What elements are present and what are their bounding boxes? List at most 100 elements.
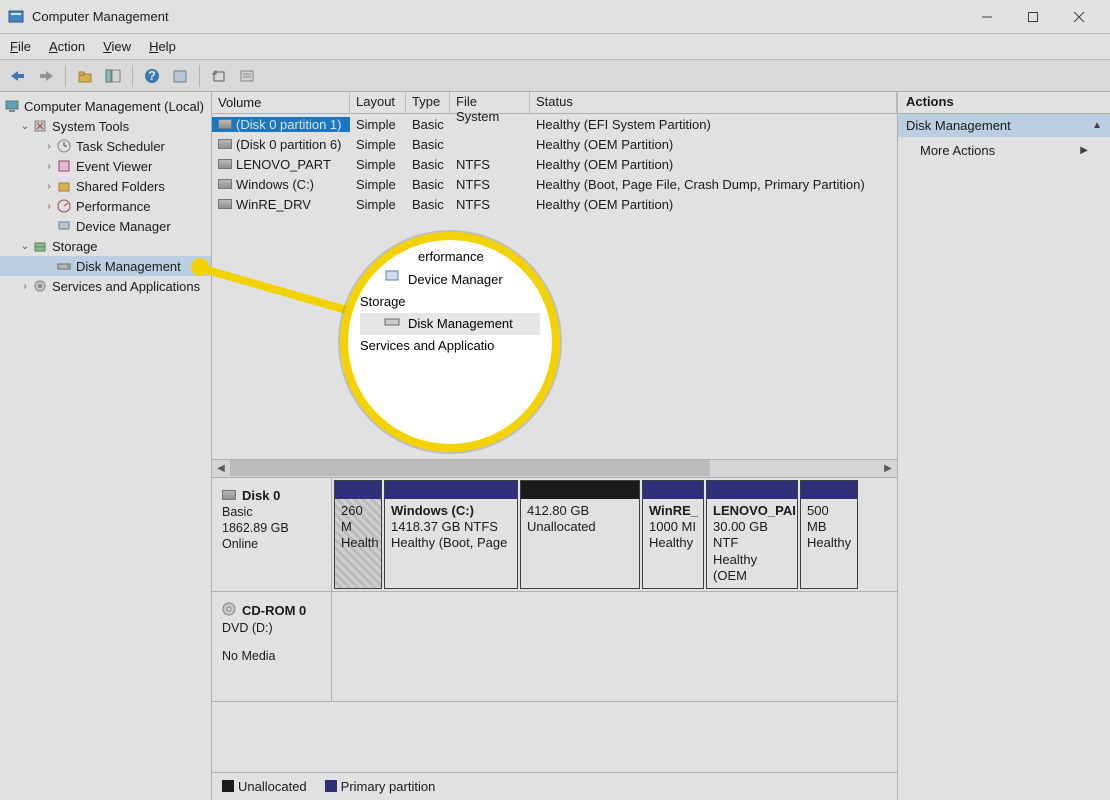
cdrom-info[interactable]: CD-ROM 0 DVD (D:) No Media xyxy=(212,592,332,701)
tree-event-viewer[interactable]: › Event Viewer xyxy=(0,156,211,176)
legend-unallocated: Unallocated xyxy=(222,779,307,794)
volume-table-header: Volume Layout Type File System Status xyxy=(212,92,897,114)
col-volume[interactable]: Volume xyxy=(212,92,350,113)
h-scrollbar[interactable]: ◀ ▶ xyxy=(212,459,897,477)
disk-row: Disk 0 Basic 1862.89 GB Online 260 MHeal… xyxy=(212,478,897,592)
svg-text:?: ? xyxy=(148,68,156,83)
tree-device-manager[interactable]: Device Manager xyxy=(0,216,211,236)
col-filesystem[interactable]: File System xyxy=(450,92,530,113)
collapse-icon[interactable]: ⌄ xyxy=(18,241,32,252)
help-button[interactable]: ? xyxy=(140,64,164,88)
mag-device-manager: Device Manager xyxy=(360,268,540,291)
performance-icon xyxy=(56,198,72,214)
collapse-icon[interactable]: ⌄ xyxy=(18,121,32,132)
tree-label: Event Viewer xyxy=(76,159,152,174)
partition-unallocated[interactable]: 412.80 GBUnallocated xyxy=(520,480,640,589)
clock-icon xyxy=(56,138,72,154)
tree-label: Services and Applications xyxy=(52,279,200,294)
scroll-left-icon[interactable]: ◀ xyxy=(212,460,230,476)
properties-button[interactable] xyxy=(168,64,192,88)
computer-icon xyxy=(4,98,20,114)
col-status[interactable]: Status xyxy=(530,92,897,113)
mag-disk-management: Disk Management xyxy=(360,313,540,335)
event-icon xyxy=(56,158,72,174)
volume-row[interactable]: Windows (C:) Simple Basic NTFS Healthy (… xyxy=(212,174,897,194)
tree-root-label: Computer Management (Local) xyxy=(24,99,204,114)
titlebar: Computer Management xyxy=(0,0,1110,34)
refresh-button[interactable] xyxy=(207,64,231,88)
tree-root[interactable]: Computer Management (Local) xyxy=(0,96,211,116)
content-pane: Volume Layout Type File System Status (D… xyxy=(212,92,898,800)
expand-icon[interactable]: › xyxy=(42,141,56,152)
disk-info[interactable]: Disk 0 Basic 1862.89 GB Online xyxy=(212,478,332,591)
disk-row: CD-ROM 0 DVD (D:) No Media xyxy=(212,592,897,702)
volume-row[interactable]: (Disk 0 partition 6) Simple Basic Health… xyxy=(212,134,897,154)
services-icon xyxy=(32,278,48,294)
up-button[interactable] xyxy=(73,64,97,88)
tree-disk-management[interactable]: Disk Management xyxy=(0,256,211,276)
partition[interactable]: WinRE_1000 MIHealthy xyxy=(642,480,704,589)
disk-icon xyxy=(56,258,72,274)
menu-action[interactable]: Action xyxy=(49,39,85,54)
disk-icon xyxy=(222,490,236,500)
app-icon xyxy=(8,9,24,25)
close-button[interactable] xyxy=(1056,1,1102,33)
legend-primary: Primary partition xyxy=(325,779,436,794)
actions-pane: Actions Disk Management ▲ More Actions ▶ xyxy=(898,92,1110,800)
actions-disk-management[interactable]: Disk Management ▲ xyxy=(898,114,1110,137)
col-type[interactable]: Type xyxy=(406,92,450,113)
partition[interactable]: Windows (C:)1418.37 GB NTFSHealthy (Boot… xyxy=(384,480,518,589)
tree-label: Performance xyxy=(76,199,150,214)
callout-magnifier: erformance Device Manager Storage Disk M… xyxy=(340,232,560,452)
expand-icon[interactable]: › xyxy=(42,161,56,172)
minimize-button[interactable] xyxy=(964,1,1010,33)
partition[interactable]: 500 MBHealthy xyxy=(800,480,858,589)
partition[interactable]: LENOVO_PAI30.00 GB NTFHealthy (OEM xyxy=(706,480,798,589)
maximize-button[interactable] xyxy=(1010,1,1056,33)
back-button[interactable] xyxy=(6,64,30,88)
window-title: Computer Management xyxy=(32,9,964,24)
menu-help[interactable]: Help xyxy=(149,39,176,54)
device-icon xyxy=(384,268,400,291)
tree-label: Device Manager xyxy=(76,219,171,234)
nav-tree: Computer Management (Local) ⌄ System Too… xyxy=(0,92,212,800)
tree-system-tools[interactable]: ⌄ System Tools xyxy=(0,116,211,136)
expand-icon[interactable]: › xyxy=(18,281,32,292)
show-hide-tree-button[interactable] xyxy=(101,64,125,88)
scroll-thumb[interactable] xyxy=(230,460,710,476)
tree-services-apps[interactable]: › Services and Applications xyxy=(0,276,211,296)
expand-icon[interactable]: › xyxy=(42,181,56,192)
actions-more[interactable]: More Actions ▶ xyxy=(898,137,1110,164)
forward-button[interactable] xyxy=(34,64,58,88)
menubar: File Action View Help xyxy=(0,34,1110,60)
device-icon xyxy=(56,218,72,234)
disk-icon xyxy=(384,313,400,335)
drive-icon xyxy=(218,119,232,129)
partition[interactable]: 260 MHealth xyxy=(334,480,382,589)
volume-row[interactable]: WinRE_DRV Simple Basic NTFS Healthy (OEM… xyxy=(212,194,897,214)
col-layout[interactable]: Layout xyxy=(350,92,406,113)
tree-storage[interactable]: ⌄ Storage xyxy=(0,236,211,256)
storage-icon xyxy=(32,238,48,254)
tree-label: Shared Folders xyxy=(76,179,165,194)
volume-table-body: (Disk 0 partition 1) Simple Basic Health… xyxy=(212,114,897,214)
drive-icon xyxy=(218,179,232,189)
volume-row[interactable]: LENOVO_PART Simple Basic NTFS Healthy (O… xyxy=(212,154,897,174)
tree-shared-folders[interactable]: › Shared Folders xyxy=(0,176,211,196)
volume-row[interactable]: (Disk 0 partition 1) Simple Basic Health… xyxy=(212,114,897,134)
settings-button[interactable] xyxy=(235,64,259,88)
tree-label: Task Scheduler xyxy=(76,139,165,154)
drive-icon xyxy=(218,199,232,209)
tree-label: Disk Management xyxy=(76,259,181,274)
scroll-right-icon[interactable]: ▶ xyxy=(879,460,897,476)
drive-icon xyxy=(218,159,232,169)
tree-performance[interactable]: › Performance xyxy=(0,196,211,216)
menu-view[interactable]: View xyxy=(103,39,131,54)
mag-services: Services and Applicatio xyxy=(360,335,540,357)
menu-file[interactable]: File xyxy=(10,39,31,54)
collapse-icon: ▲ xyxy=(1092,120,1102,131)
legend: Unallocated Primary partition xyxy=(212,772,897,800)
tree-task-scheduler[interactable]: › Task Scheduler xyxy=(0,136,211,156)
expand-icon[interactable]: › xyxy=(42,201,56,212)
tree-label: Storage xyxy=(52,239,98,254)
